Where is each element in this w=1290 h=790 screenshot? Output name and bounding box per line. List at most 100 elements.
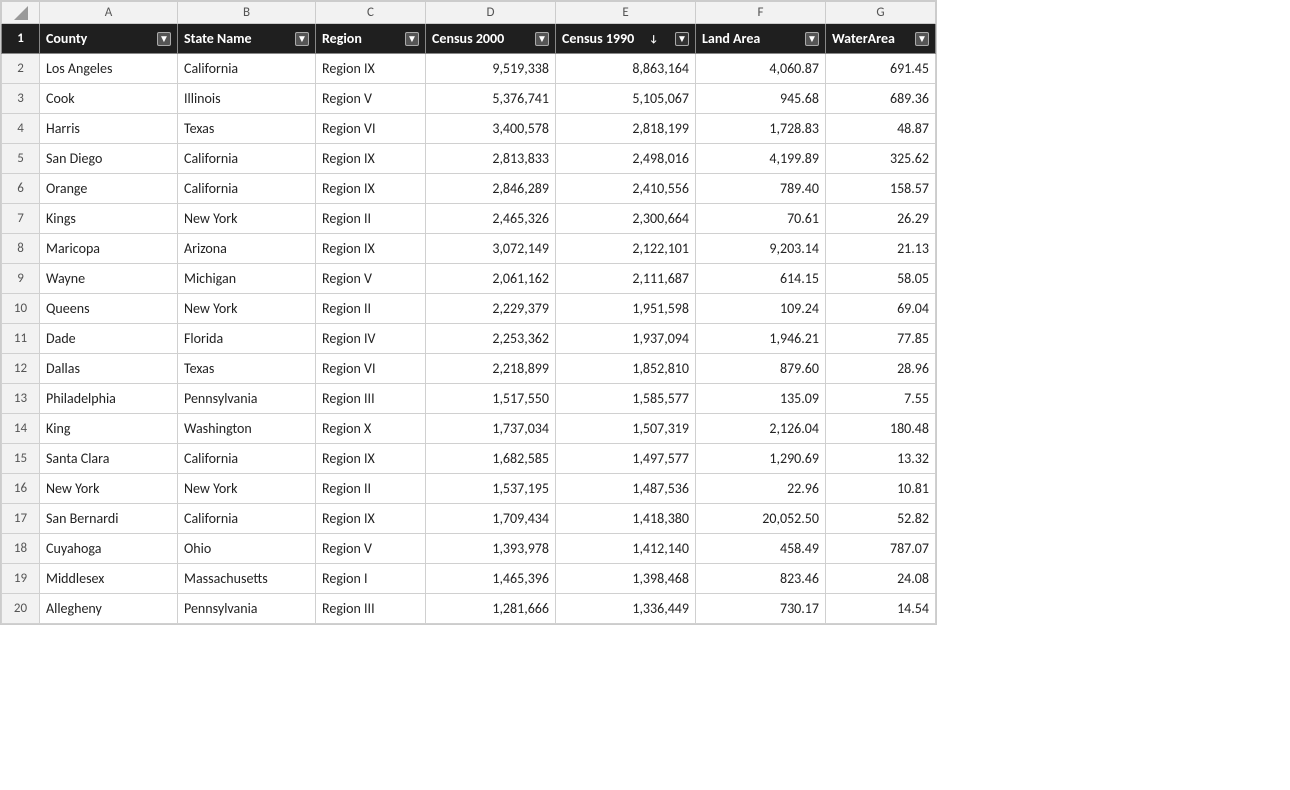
cell-census1990-15[interactable]: 1,497,577: [556, 444, 696, 474]
cell-region-9[interactable]: Region V: [316, 264, 426, 294]
cell-landarea-2[interactable]: 4,060.87: [696, 54, 826, 84]
col-header-a[interactable]: A: [40, 2, 178, 24]
cell-census2000-16[interactable]: 1,537,195: [426, 474, 556, 504]
cell-state-11[interactable]: Florida: [178, 324, 316, 354]
col-header-b[interactable]: B: [178, 2, 316, 24]
cell-region-13[interactable]: Region III: [316, 384, 426, 414]
cell-waterarea-13[interactable]: 7.55: [826, 384, 936, 414]
cell-landarea-9[interactable]: 614.15: [696, 264, 826, 294]
cell-county-13[interactable]: Philadelphia: [40, 384, 178, 414]
header-census1990[interactable]: Census 1990 ↓ ▼: [556, 24, 696, 54]
cell-landarea-5[interactable]: 4,199.89: [696, 144, 826, 174]
cell-census1990-3[interactable]: 5,105,067: [556, 84, 696, 114]
cell-state-16[interactable]: New York: [178, 474, 316, 504]
header-state[interactable]: State Name ▼: [178, 24, 316, 54]
cell-census1990-19[interactable]: 1,398,468: [556, 564, 696, 594]
cell-state-10[interactable]: New York: [178, 294, 316, 324]
cell-state-5[interactable]: California: [178, 144, 316, 174]
cell-region-14[interactable]: Region X: [316, 414, 426, 444]
cell-waterarea-3[interactable]: 689.36: [826, 84, 936, 114]
col-header-e[interactable]: E: [556, 2, 696, 24]
cell-state-6[interactable]: California: [178, 174, 316, 204]
cell-waterarea-4[interactable]: 48.87: [826, 114, 936, 144]
cell-waterarea-20[interactable]: 14.54: [826, 594, 936, 624]
cell-census2000-14[interactable]: 1,737,034: [426, 414, 556, 444]
cell-state-7[interactable]: New York: [178, 204, 316, 234]
cell-census1990-12[interactable]: 1,852,810: [556, 354, 696, 384]
cell-landarea-14[interactable]: 2,126.04: [696, 414, 826, 444]
cell-state-14[interactable]: Washington: [178, 414, 316, 444]
cell-state-3[interactable]: Illinois: [178, 84, 316, 114]
cell-landarea-11[interactable]: 1,946.21: [696, 324, 826, 354]
cell-census1990-4[interactable]: 2,818,199: [556, 114, 696, 144]
cell-region-8[interactable]: Region IX: [316, 234, 426, 264]
cell-county-17[interactable]: San Bernardi: [40, 504, 178, 534]
filter-census1990-icon[interactable]: ▼: [675, 32, 689, 46]
cell-census1990-5[interactable]: 2,498,016: [556, 144, 696, 174]
cell-landarea-17[interactable]: 20,052.50: [696, 504, 826, 534]
cell-county-16[interactable]: New York: [40, 474, 178, 504]
cell-county-11[interactable]: Dade: [40, 324, 178, 354]
cell-waterarea-15[interactable]: 13.32: [826, 444, 936, 474]
cell-census1990-6[interactable]: 2,410,556: [556, 174, 696, 204]
cell-waterarea-2[interactable]: 691.45: [826, 54, 936, 84]
cell-region-15[interactable]: Region IX: [316, 444, 426, 474]
cell-region-6[interactable]: Region IX: [316, 174, 426, 204]
col-header-c[interactable]: C: [316, 2, 426, 24]
cell-waterarea-10[interactable]: 69.04: [826, 294, 936, 324]
cell-region-12[interactable]: Region VI: [316, 354, 426, 384]
cell-state-12[interactable]: Texas: [178, 354, 316, 384]
cell-census2000-19[interactable]: 1,465,396: [426, 564, 556, 594]
cell-state-8[interactable]: Arizona: [178, 234, 316, 264]
header-region[interactable]: Region ▼: [316, 24, 426, 54]
cell-county-8[interactable]: Maricopa: [40, 234, 178, 264]
cell-census2000-17[interactable]: 1,709,434: [426, 504, 556, 534]
cell-county-7[interactable]: Kings: [40, 204, 178, 234]
cell-census1990-14[interactable]: 1,507,319: [556, 414, 696, 444]
cell-region-19[interactable]: Region I: [316, 564, 426, 594]
header-county[interactable]: County ▼: [40, 24, 178, 54]
cell-county-4[interactable]: Harris: [40, 114, 178, 144]
cell-state-20[interactable]: Pennsylvania: [178, 594, 316, 624]
cell-region-7[interactable]: Region II: [316, 204, 426, 234]
cell-county-19[interactable]: Middlesex: [40, 564, 178, 594]
cell-state-18[interactable]: Ohio: [178, 534, 316, 564]
cell-census2000-4[interactable]: 3,400,578: [426, 114, 556, 144]
cell-state-17[interactable]: California: [178, 504, 316, 534]
cell-state-9[interactable]: Michigan: [178, 264, 316, 294]
cell-region-2[interactable]: Region IX: [316, 54, 426, 84]
cell-region-17[interactable]: Region IX: [316, 504, 426, 534]
cell-waterarea-11[interactable]: 77.85: [826, 324, 936, 354]
cell-census2000-7[interactable]: 2,465,326: [426, 204, 556, 234]
cell-census1990-8[interactable]: 2,122,101: [556, 234, 696, 264]
cell-census2000-8[interactable]: 3,072,149: [426, 234, 556, 264]
header-waterarea[interactable]: WaterArea ▼: [826, 24, 936, 54]
cell-region-10[interactable]: Region II: [316, 294, 426, 324]
cell-census1990-7[interactable]: 2,300,664: [556, 204, 696, 234]
filter-region-icon[interactable]: ▼: [405, 32, 419, 46]
cell-census1990-2[interactable]: 8,863,164: [556, 54, 696, 84]
cell-census1990-20[interactable]: 1,336,449: [556, 594, 696, 624]
cell-waterarea-8[interactable]: 21.13: [826, 234, 936, 264]
col-header-d[interactable]: D: [426, 2, 556, 24]
cell-county-10[interactable]: Queens: [40, 294, 178, 324]
cell-waterarea-5[interactable]: 325.62: [826, 144, 936, 174]
cell-census1990-13[interactable]: 1,585,577: [556, 384, 696, 414]
cell-landarea-18[interactable]: 458.49: [696, 534, 826, 564]
cell-census1990-9[interactable]: 2,111,687: [556, 264, 696, 294]
cell-landarea-6[interactable]: 789.40: [696, 174, 826, 204]
cell-waterarea-12[interactable]: 28.96: [826, 354, 936, 384]
cell-census2000-9[interactable]: 2,061,162: [426, 264, 556, 294]
cell-state-2[interactable]: California: [178, 54, 316, 84]
header-census2000[interactable]: Census 2000 ▼: [426, 24, 556, 54]
cell-waterarea-9[interactable]: 58.05: [826, 264, 936, 294]
cell-landarea-15[interactable]: 1,290.69: [696, 444, 826, 474]
cell-region-4[interactable]: Region VI: [316, 114, 426, 144]
cell-landarea-16[interactable]: 22.96: [696, 474, 826, 504]
cell-county-3[interactable]: Cook: [40, 84, 178, 114]
cell-region-5[interactable]: Region IX: [316, 144, 426, 174]
cell-landarea-13[interactable]: 135.09: [696, 384, 826, 414]
cell-state-13[interactable]: Pennsylvania: [178, 384, 316, 414]
cell-census1990-18[interactable]: 1,412,140: [556, 534, 696, 564]
cell-state-4[interactable]: Texas: [178, 114, 316, 144]
